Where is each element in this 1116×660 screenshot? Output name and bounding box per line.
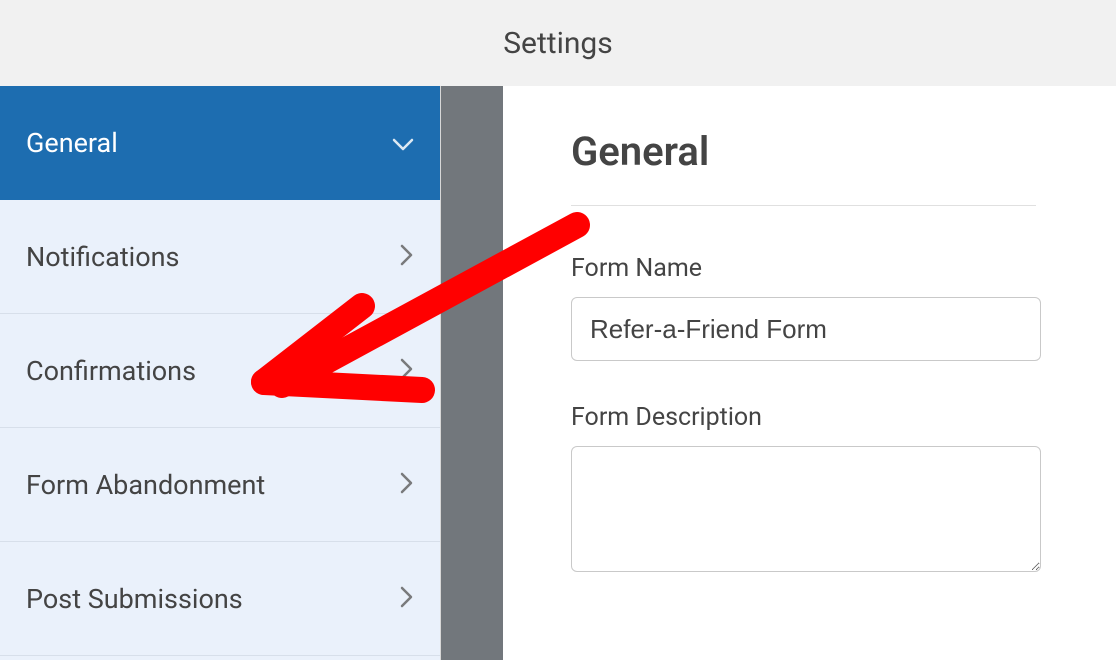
general-panel: General Form Name Form Description: [503, 86, 1116, 660]
settings-header: Settings: [0, 0, 1116, 86]
settings-screen: Settings General Notifications Confirmat…: [0, 0, 1116, 660]
form-name-field: Form Name: [571, 254, 1056, 361]
sidebar-item-form-abandonment[interactable]: Form Abandonment: [0, 428, 440, 542]
sidebar-item-confirmations[interactable]: Confirmations: [0, 314, 440, 428]
sidebar-item-label: Confirmations: [26, 355, 196, 387]
sidebar-item-notifications[interactable]: Notifications: [0, 200, 440, 314]
settings-sidebar: General Notifications Confirmations Form…: [0, 86, 441, 660]
sidebar-item-general[interactable]: General: [0, 86, 440, 200]
panel-heading: General: [571, 128, 1036, 206]
chevron-down-icon: [392, 127, 414, 159]
panel-gutter: [441, 86, 503, 660]
sidebar-item-post-submissions[interactable]: Post Submissions: [0, 542, 440, 656]
sidebar-item-label: General: [26, 127, 118, 159]
sidebar-item-label: Post Submissions: [26, 583, 243, 615]
settings-title: Settings: [503, 26, 613, 61]
form-name-label: Form Name: [571, 254, 1056, 283]
chevron-right-icon: [400, 241, 414, 273]
form-description-field: Form Description: [571, 403, 1056, 576]
form-description-input[interactable]: [571, 446, 1041, 572]
chevron-right-icon: [400, 355, 414, 387]
sidebar-item-label: Notifications: [26, 241, 179, 273]
form-name-input[interactable]: [571, 297, 1041, 361]
chevron-right-icon: [400, 583, 414, 615]
form-description-label: Form Description: [571, 403, 1056, 432]
chevron-right-icon: [400, 469, 414, 501]
sidebar-item-label: Form Abandonment: [26, 469, 265, 501]
settings-body: General Notifications Confirmations Form…: [0, 86, 1116, 660]
